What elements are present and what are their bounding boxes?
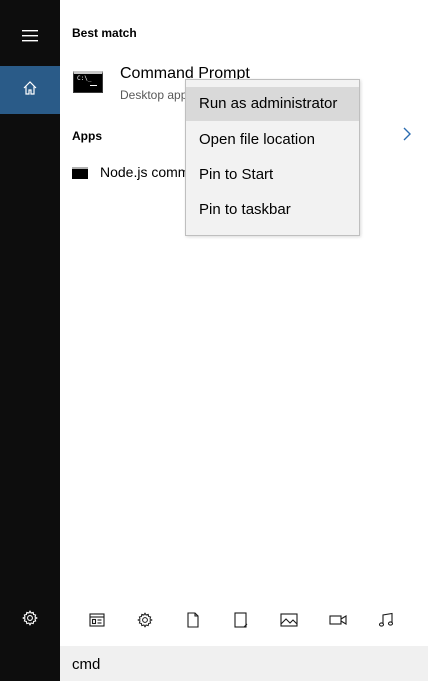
settings-button[interactable] [0, 596, 60, 644]
documents-filter-button[interactable] [181, 610, 205, 634]
console-icon [72, 167, 88, 179]
home-button[interactable] [0, 66, 60, 114]
apps-filter-button[interactable] [85, 610, 109, 634]
apps-filter-icon [89, 612, 105, 632]
menu-item-pin-to-start[interactable]: Pin to Start [186, 158, 359, 192]
home-icon [22, 80, 38, 101]
music-filter-button[interactable] [374, 610, 398, 634]
settings-filter-button[interactable] [133, 610, 157, 634]
menu-item-run-as-administrator[interactable]: Run as administrator [186, 87, 359, 121]
best-match-header: Best match [72, 26, 137, 40]
photos-filter-icon [280, 612, 298, 632]
gear-icon [22, 609, 38, 631]
menu-item-open-file-location[interactable]: Open file location [186, 123, 359, 157]
search-box[interactable] [60, 646, 428, 681]
command-prompt-icon [73, 71, 103, 93]
best-match-subtitle: Desktop app [120, 88, 188, 102]
apps-header: Apps [72, 129, 102, 143]
search-filter-bar [60, 598, 428, 646]
menu-item-pin-to-taskbar[interactable]: Pin to taskbar [186, 193, 359, 227]
documents-filter-icon [186, 611, 200, 633]
chevron-right-icon[interactable] [402, 126, 412, 147]
folders-filter-button[interactable] [229, 610, 253, 634]
photos-filter-button[interactable] [277, 610, 301, 634]
music-filter-icon [378, 612, 394, 633]
search-input[interactable] [72, 654, 412, 674]
settings-filter-icon [137, 611, 153, 633]
folders-filter-icon [233, 611, 249, 633]
videos-filter-button[interactable] [326, 610, 350, 634]
hamburger-icon [22, 29, 38, 47]
context-menu: Run as administrator Open file location … [185, 79, 360, 236]
start-menu-rail [0, 0, 60, 681]
videos-filter-icon [329, 613, 347, 631]
hamburger-menu-button[interactable] [0, 14, 60, 62]
